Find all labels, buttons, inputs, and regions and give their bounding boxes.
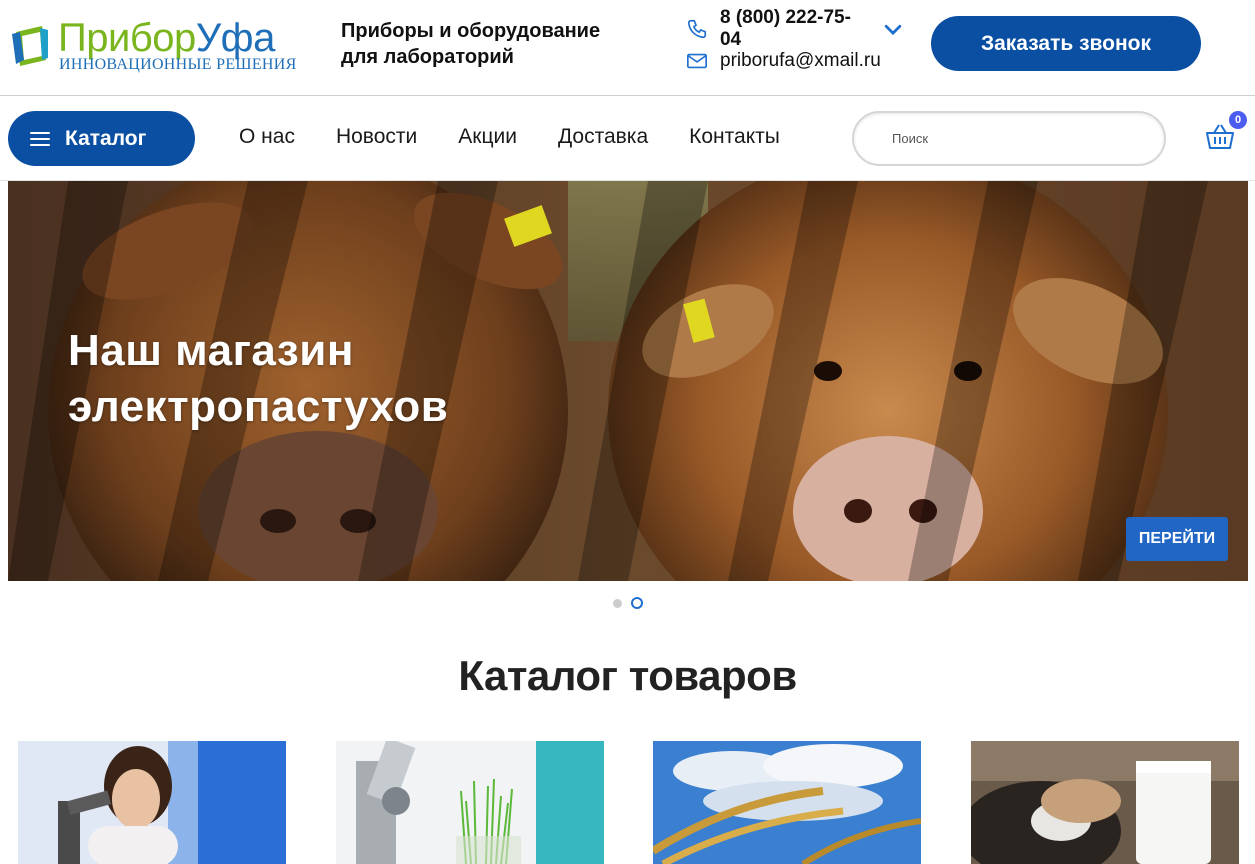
catalog-button[interactable]: Каталог <box>8 111 195 166</box>
catalog-card-3[interactable] <box>653 741 921 864</box>
mail-icon <box>687 53 707 69</box>
nav-link-about[interactable]: О нас <box>239 125 295 149</box>
email-row[interactable]: priborufa@xmail.ru <box>686 48 881 74</box>
hero-banner: Наш магазин электропастухов ПЕРЕЙТИ <box>8 181 1248 581</box>
hero-go-button[interactable]: ПЕРЕЙТИ <box>1126 517 1228 561</box>
cow-milk-image <box>971 741 1239 864</box>
hero-title-line-1: Наш магазин <box>68 326 354 375</box>
tagline-line-1: Приборы и оборудование <box>341 20 601 42</box>
nav-link-news[interactable]: Новости <box>336 125 417 149</box>
hero-title-line-2: электропастухов <box>68 382 449 431</box>
tagline-line-2: для лабораторий <box>341 46 514 68</box>
site-tagline: Приборы и оборудование для лабораторий <box>341 18 661 70</box>
phone-number[interactable]: 8 (800) 222-75-04 <box>720 7 872 51</box>
phone-row[interactable]: 8 (800) 222-75-04 <box>686 7 916 50</box>
nav-link-contacts[interactable]: Контакты <box>689 125 780 149</box>
contact-block: 8 (800) 222-75-04 priborufa@xmail.ru <box>686 7 916 84</box>
wheat-field-image <box>653 741 921 864</box>
slider-dot-2[interactable] <box>631 597 643 609</box>
catalog-button-label: Каталог <box>65 126 147 150</box>
slider-dot-1[interactable] <box>613 598 622 608</box>
lab-microscope-image <box>18 741 286 864</box>
catalog-card-2[interactable] <box>336 741 604 864</box>
logo-subtitle: ИННОВАЦИОННЫЕ РЕШЕНИЯ <box>59 56 297 73</box>
nav-links: О нас Новости Акции Доставка Контакты <box>239 125 821 149</box>
chevron-down-icon[interactable] <box>882 18 904 40</box>
catalog-card-4[interactable] <box>971 741 1239 864</box>
logo-wordmark: ПриборУфа <box>58 16 275 60</box>
nav-link-promotions[interactable]: Акции <box>458 125 517 149</box>
site-logo[interactable]: ПриборУфа ИННОВАЦИОННЫЕ РЕШЕНИЯ <box>12 16 302 78</box>
order-call-button[interactable]: Заказать звонок <box>931 16 1201 71</box>
menu-icon <box>30 131 50 147</box>
catalog-section-title: Каталог товаров <box>458 652 797 699</box>
nav-link-delivery[interactable]: Доставка <box>558 125 648 149</box>
catalog-card-1[interactable] <box>18 741 286 864</box>
phone-icon <box>687 19 707 39</box>
basket-icon[interactable] <box>1205 123 1235 151</box>
hero-title: Наш магазин электропастухов <box>68 323 448 435</box>
email-address[interactable]: priborufa@xmail.ru <box>720 50 881 72</box>
site-header: ПриборУфа ИННОВАЦИОННЫЕ РЕШЕНИЯ Приборы … <box>0 0 1255 96</box>
slider-pagination <box>613 597 652 609</box>
lab-seedlings-image <box>336 741 604 864</box>
search-input[interactable] <box>852 111 1166 166</box>
cart-count-badge: 0 <box>1229 111 1247 129</box>
main-nav: Каталог О нас Новости Акции Доставка Кон… <box>0 97 1255 181</box>
logo-mark-icon <box>12 26 48 66</box>
